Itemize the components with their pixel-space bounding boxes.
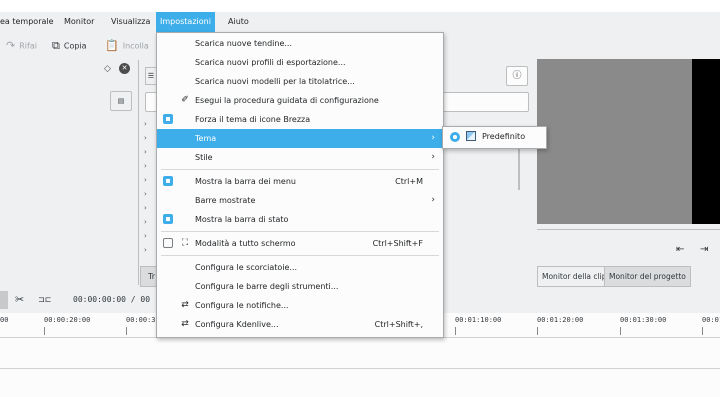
- ruler-label: 00:00:20:00: [44, 316, 91, 324]
- bin-tree-expanders: › › › › › › › › › ›: [144, 120, 147, 254]
- paste-button[interactable]: 📋 Incolla: [105, 32, 149, 60]
- checkbox-checked[interactable]: [163, 214, 173, 224]
- menu-help[interactable]: Aiuto: [228, 12, 249, 32]
- copy-label: Copia: [63, 41, 87, 51]
- menu-separator: [161, 255, 439, 256]
- submenu-item-default-theme[interactable]: Predefinito: [482, 126, 525, 147]
- ruler-label: 00:01:30:00: [620, 316, 667, 324]
- menu-monitor[interactable]: Monitor: [64, 12, 94, 32]
- menu-timeline[interactable]: ea temporale: [0, 12, 54, 32]
- redo-label: Rifai: [19, 41, 37, 51]
- menu-settings[interactable]: Impostazioni: [156, 12, 215, 32]
- ruler-tick: [126, 327, 127, 335]
- menu-item-label: Mostra la barra di stato: [195, 215, 289, 224]
- menu-item-label: Configura Kdenlive...: [195, 320, 279, 329]
- tab-clip-monitor[interactable]: Monitor della clip: [537, 266, 612, 287]
- info-icon[interactable]: ⓘ: [506, 66, 528, 86]
- menu-item-label: Esegui la procedura guidata di configura…: [195, 96, 379, 105]
- ruler-label: 00:01:10:00: [455, 316, 502, 324]
- monitor-frame-edge: [692, 59, 720, 224]
- fullscreen-icon: ⛶: [181, 238, 189, 248]
- menu-item-configure-kdenlive[interactable]: ⇄ Configura Kdenlive... Ctrl+Shift+,: [157, 315, 443, 334]
- menu-separator: [161, 169, 439, 170]
- redo-icon: ↷: [6, 39, 16, 52]
- paste-label: Incolla: [122, 41, 149, 51]
- copy-icon: ⧉: [52, 39, 60, 52]
- menu-view[interactable]: Visualizza: [111, 12, 150, 32]
- menu-item-label: Stile: [195, 153, 213, 162]
- tool-select-button[interactable]: [0, 291, 8, 309]
- menu-item-download-title-templates[interactable]: Scarica nuovi modelli per la titolatrice…: [157, 72, 443, 91]
- menu-item-style[interactable]: Stile ›: [157, 148, 443, 167]
- sliders-icon: ⇄: [181, 319, 189, 329]
- menu-item-download-wipes[interactable]: Scarica nuove tendine...: [157, 34, 443, 53]
- menu-item-label: Scarica nuovi modelli per la titolatrice…: [195, 77, 355, 86]
- chevron-right-icon: ›: [431, 152, 435, 162]
- menu-item-label: Scarica nuove tendine...: [195, 39, 293, 48]
- menu-item-configure-notifications[interactable]: ⇄ Configura le notifiche...: [157, 296, 443, 315]
- menu-item-configure-toolbars[interactable]: Configura le barre degli strumenti...: [157, 277, 443, 296]
- timeline-track[interactable]: [0, 369, 720, 397]
- radio-selected[interactable]: [450, 132, 460, 142]
- chevron-right-icon: ›: [431, 195, 435, 205]
- ruler-tick: [702, 327, 703, 335]
- menu-item-shortcut: Ctrl+Shift+F: [372, 239, 423, 248]
- menu-item-label: Modalità a tutto schermo: [195, 239, 296, 248]
- close-icon[interactable]: ✕: [119, 63, 130, 74]
- ruler-tick: [44, 327, 45, 335]
- menu-item-shown-toolbars[interactable]: Barre mostrate ›: [157, 191, 443, 210]
- menu-item-label: Configura le barre degli strumenti...: [195, 282, 339, 291]
- copy-button[interactable]: ⧉ Copia: [52, 32, 87, 60]
- effects-panel: ◇ ✕ ▤: [0, 60, 139, 285]
- set-out-point-icon[interactable]: ⇥: [700, 244, 708, 255]
- menu-item-download-render-profiles[interactable]: Scarica nuovi profili di esportazione...: [157, 53, 443, 72]
- panel-button[interactable]: ▤: [110, 91, 132, 111]
- menu-item-shortcut: Ctrl+M: [395, 177, 423, 186]
- set-in-point-icon[interactable]: ⇤: [676, 244, 684, 255]
- ruler-label: 00:00:3: [126, 316, 156, 324]
- menu-item-show-statusbar[interactable]: Mostra la barra di stato: [157, 210, 443, 229]
- checkbox-checked[interactable]: [163, 114, 173, 124]
- ruler-label: 00:01:20:00: [537, 316, 584, 324]
- ruler-tick: [620, 327, 621, 335]
- monitor-divider: [537, 229, 720, 230]
- menu-item-label: Configura le scorciatoie...: [195, 263, 298, 272]
- menu-separator: [161, 231, 439, 232]
- timecode-display: 00:00:00:00 / 00: [73, 295, 151, 304]
- spacer-icon[interactable]: ⊐⊏: [38, 295, 51, 304]
- menu-item-label: Scarica nuovi profili di esportazione...: [195, 58, 346, 67]
- razor-icon[interactable]: ✂: [15, 293, 24, 306]
- bin-scrollbar[interactable]: [518, 148, 520, 190]
- ruler-label: 00: [0, 316, 9, 324]
- menubar: ea temporale Monitor Visualizza Impostaz…: [0, 12, 720, 32]
- ruler-tick: [537, 327, 538, 335]
- menu-item-label: Mostra la barra dei menu: [195, 177, 296, 186]
- wand-icon: ✐: [181, 95, 189, 105]
- menu-item-configure-shortcuts[interactable]: Configura le scorciatoie...: [157, 258, 443, 277]
- float-icon[interactable]: ◇: [104, 64, 111, 74]
- theme-icon: [466, 131, 476, 141]
- settings-menu: Scarica nuove tendine... Scarica nuovi p…: [156, 32, 444, 338]
- checkbox-checked[interactable]: [163, 176, 173, 186]
- menu-item-label: Tema: [195, 134, 217, 143]
- timeline-track[interactable]: [0, 338, 720, 369]
- ruler-tick: [455, 327, 456, 335]
- sliders-icon: ⇄: [181, 300, 189, 310]
- menu-item-config-wizard[interactable]: ✐ Esegui la procedura guidata di configu…: [157, 91, 443, 110]
- chevron-right-icon: ›: [431, 133, 435, 143]
- menu-item-fullscreen[interactable]: ⛶ Modalità a tutto schermo Ctrl+Shift+F: [157, 234, 443, 253]
- menu-item-shortcut: Ctrl+Shift+,: [374, 320, 423, 329]
- menu-item-label: Configura le notifiche...: [195, 301, 289, 310]
- menu-item-force-breeze-icons[interactable]: Forza il tema di icone Brezza: [157, 110, 443, 129]
- redo-button[interactable]: ↷ Rifai: [6, 32, 37, 60]
- paste-icon: 📋: [105, 39, 119, 52]
- menu-item-show-menubar[interactable]: Mostra la barra dei menu Ctrl+M: [157, 172, 443, 191]
- window-top-strip: [0, 0, 720, 12]
- checkbox-unchecked[interactable]: [163, 238, 173, 248]
- ruler-label: 00:01: [702, 316, 720, 324]
- menu-item-label: Forza il tema di icone Brezza: [195, 115, 311, 124]
- menu-item-label: Barre mostrate: [195, 196, 256, 205]
- menu-item-theme[interactable]: Tema ›: [157, 129, 443, 148]
- tab-project-monitor[interactable]: Monitor del progetto: [604, 266, 691, 287]
